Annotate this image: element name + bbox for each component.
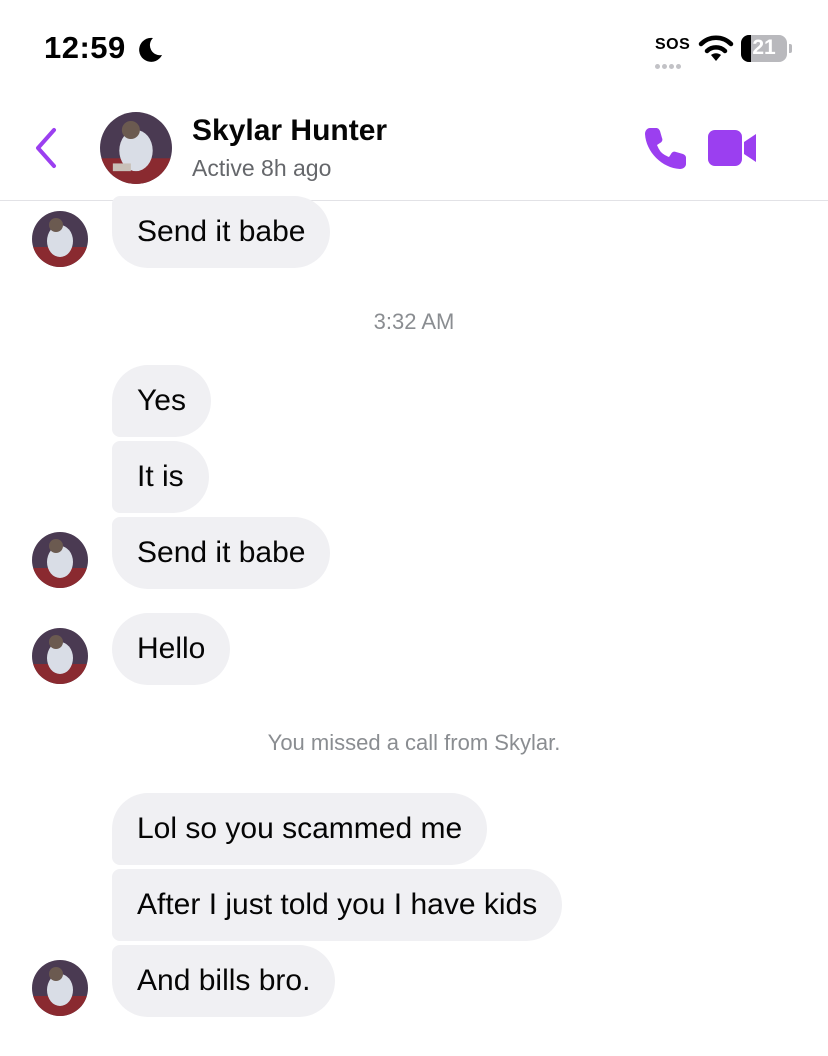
- status-time: 12:59: [44, 30, 126, 65]
- signal-dots: [655, 56, 689, 69]
- message-bubble[interactable]: After I just told you I have kids: [112, 869, 563, 941]
- phone-icon[interactable]: [640, 122, 692, 174]
- sos-indicator: SOS: [655, 36, 691, 53]
- video-camera-icon[interactable]: [706, 124, 758, 172]
- message-bubble[interactable]: And bills bro.: [112, 945, 336, 1017]
- sender-avatar[interactable]: [32, 532, 88, 588]
- sender-avatar[interactable]: [32, 211, 88, 267]
- sender-avatar[interactable]: [32, 960, 88, 1016]
- sender-avatar[interactable]: [32, 628, 88, 684]
- battery-level: 21: [752, 36, 776, 59]
- message-timestamp: 3:32 AM: [373, 309, 455, 334]
- contact-avatar[interactable]: [100, 112, 172, 184]
- contact-name[interactable]: Skylar Hunter: [192, 114, 387, 148]
- message-bubble[interactable]: Yes: [112, 365, 211, 437]
- message-bubble[interactable]: Lol so you scammed me: [112, 793, 488, 865]
- conversation-header: Skylar Hunter Active 8h ago: [0, 100, 828, 201]
- message-bubble[interactable]: Send it babe: [112, 517, 331, 589]
- status-bar: 12:59 SOS 21: [0, 0, 828, 100]
- contact-status: Active 8h ago: [192, 155, 332, 181]
- missed-call-notice: You missed a call from Skylar.: [267, 730, 561, 755]
- moon-icon: [139, 37, 162, 62]
- back-chevron-icon[interactable]: [30, 126, 62, 170]
- wifi-icon: [698, 35, 734, 61]
- message-bubble[interactable]: Hello: [112, 613, 231, 685]
- message-bubble[interactable]: It is: [112, 441, 209, 513]
- battery-icon: 21: [741, 35, 792, 63]
- message-bubble[interactable]: Send it babe: [112, 196, 331, 268]
